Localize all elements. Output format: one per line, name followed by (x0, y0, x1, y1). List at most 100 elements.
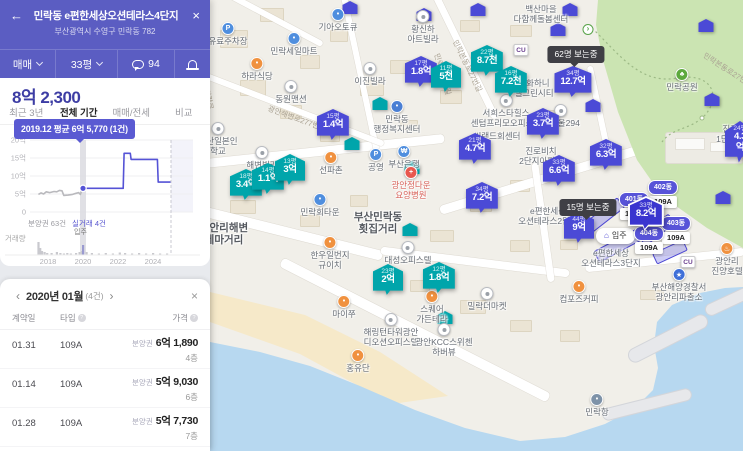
price-marker[interactable]: 21평 4.7억 (458, 133, 492, 164)
alarm-button[interactable] (174, 50, 210, 78)
transaction-row[interactable]: 01.31 109A 분양권 6억 1,890 4층 (0, 330, 210, 369)
poi-label: e편한세상 오션테라스3단지 (581, 248, 640, 268)
price-marker[interactable]: 16평 7.2천 (494, 66, 528, 97)
transaction-price: 5억 9,030 (155, 376, 199, 388)
transaction-history-card: ‹ 2020년 01월 (4건) › × 계약일 타입? 가격? 01.31 10… (0, 279, 210, 451)
map-building-block (510, 320, 532, 332)
parking-icon: P (221, 22, 235, 35)
small-house-marker[interactable] (715, 191, 731, 204)
trade-type-dropdown[interactable]: 매매 (0, 50, 56, 78)
contract-date: 01.28 (12, 418, 36, 429)
history-rows: 01.31 109A 분양권 6억 1,890 4층 01.14 109A 분양권 5억 9,0… (0, 330, 210, 451)
price-marker[interactable]: 34평 7.2억 (465, 182, 499, 213)
car-icon: • (331, 8, 345, 21)
price-marker[interactable]: 33평 6.6억 (542, 155, 576, 186)
info-icon[interactable]: ? (77, 314, 86, 322)
building-icon (255, 146, 269, 159)
close-icon[interactable]: × (186, 8, 200, 23)
map-building-block (510, 240, 530, 252)
next-month-button[interactable]: › (106, 289, 118, 303)
comments-button[interactable]: 94 (118, 50, 174, 78)
poi-text: 홍유단 (346, 363, 370, 373)
selected-price-marker[interactable]: 33평 8.2억 (627, 196, 665, 231)
marker-body: 16평 7.2천 (494, 66, 528, 97)
marker-body: 11평 5천 (431, 61, 461, 92)
svg-text:2022: 2022 (110, 257, 127, 266)
trade-type-label: 매매 (12, 58, 33, 71)
history-close-icon[interactable]: × (191, 289, 198, 303)
marker-size: 22평 (480, 49, 494, 56)
presale-badge: 분양권 (132, 339, 153, 348)
transaction-row[interactable]: 01.14 109A 분양권 5억 9,030 6층 (0, 369, 210, 408)
food-icon: • (250, 57, 264, 70)
house-icon (550, 23, 566, 36)
small-house-marker[interactable] (704, 93, 720, 106)
price-marker[interactable]: 34평 12.7억 (554, 66, 592, 97)
info-icon[interactable]: ? (190, 314, 198, 322)
building-icon (437, 323, 451, 336)
price-marker[interactable]: 32평 6.3억 (589, 139, 623, 170)
small-house-marker[interactable] (585, 99, 601, 112)
poi-label: • 민락항 (585, 393, 609, 417)
poi-label: 동원맨션 (275, 80, 307, 104)
food-icon: • (337, 295, 351, 308)
poi-label: 밀락더마켓 (467, 287, 507, 311)
poi-label: › (582, 24, 594, 35)
poi-label: • 한우일번지 규이치 (310, 236, 350, 270)
poi-text: 횟집거리 (358, 223, 398, 236)
bell-icon (186, 60, 199, 70)
presale-badge: 분양권 (132, 378, 153, 387)
poi-label: 이진빌라 (354, 62, 386, 86)
legend-presale[interactable]: 분양권 63건 (28, 219, 66, 228)
poi-text: 광안리파출소 (655, 292, 703, 303)
hospital-icon: + (404, 166, 418, 179)
map-building-block (460, 20, 480, 32)
marker-price: 8.2억 (635, 208, 657, 220)
poi-label: • 기아오토큐 (318, 8, 358, 32)
poi-label: • 민락회타운 (300, 193, 340, 217)
area-type-dropdown[interactable]: 33평 (56, 50, 118, 78)
poi-text: 다함께돌봄센터 (513, 14, 569, 25)
transaction-price: 5억 7,730 (155, 415, 199, 427)
poi-text: 스퀘어 (420, 304, 444, 314)
price-marker[interactable]: 24평4.3억 (725, 121, 743, 163)
back-icon[interactable]: ← (10, 8, 26, 23)
transaction-row[interactable]: 01.28 109A 분양권 5억 7,730 7층 (0, 408, 210, 447)
transaction-row[interactable]: 01.22109A분양권5억 6,0306층 (0, 447, 210, 451)
small-house-marker[interactable] (698, 19, 714, 32)
marker-price: 7.2억 (471, 192, 493, 204)
food-icon: • (323, 236, 337, 249)
small-house-marker[interactable] (550, 23, 566, 36)
price-marker[interactable]: 15평 1.4억 (316, 109, 350, 140)
price-marker[interactable]: 11평 5천 (431, 61, 461, 92)
poi-text: 이진빌라 (354, 76, 386, 86)
price-cell: 분양권 5억 9,030 6층 (132, 374, 198, 403)
property-detail-panel: ← 민락동 e편한세상오션테라스4단지 × 부산광역시 수영구 민락동 782 … (0, 0, 210, 451)
marker-price: 1.8억 (410, 66, 432, 78)
price-history-chart[interactable]: 20억 15억 10억 5억 0 2018 2020 2022 2024 (0, 135, 210, 266)
unit-type: 109A (60, 418, 83, 429)
poi-label: 해링턴타워광안 디오션오피스텔 (364, 313, 418, 347)
price-marker[interactable]: 13평 3억 (275, 154, 305, 185)
price-marker[interactable]: 23평 3.7억 (526, 108, 560, 139)
prev-month-button[interactable]: ‹ (12, 289, 24, 303)
house-icon (704, 93, 720, 106)
map-canvas[interactable]: 민락본동로27번길민락본동로27번길광안해변로277번길민락로민락로14번길P유… (210, 0, 743, 451)
cafe-icon: • (572, 280, 586, 293)
marker-body: 23평 2억 (373, 264, 403, 295)
building-icon (284, 80, 298, 93)
poi-text: 하버뷰 (432, 347, 456, 358)
dong-badge: 402동 (647, 180, 679, 195)
small-house-marker[interactable] (402, 223, 418, 236)
poi-text: 민락동 (385, 114, 409, 124)
small-house-marker[interactable] (470, 3, 486, 16)
price-marker[interactable]: 23평 2억 (373, 264, 403, 295)
poi-text: 황신하 (411, 24, 435, 34)
price-marker[interactable]: 12평 1.8억 (422, 262, 456, 293)
tab-3[interactable]: 비교 (158, 104, 211, 124)
cu-store-icon: CU (513, 44, 529, 56)
poi-text: 아트빌라 (407, 34, 439, 45)
marker-size: 23평 (381, 268, 395, 275)
poi-label: 부산민락동 횟집거리 (354, 211, 402, 236)
marker-size: 16평 (504, 70, 518, 77)
